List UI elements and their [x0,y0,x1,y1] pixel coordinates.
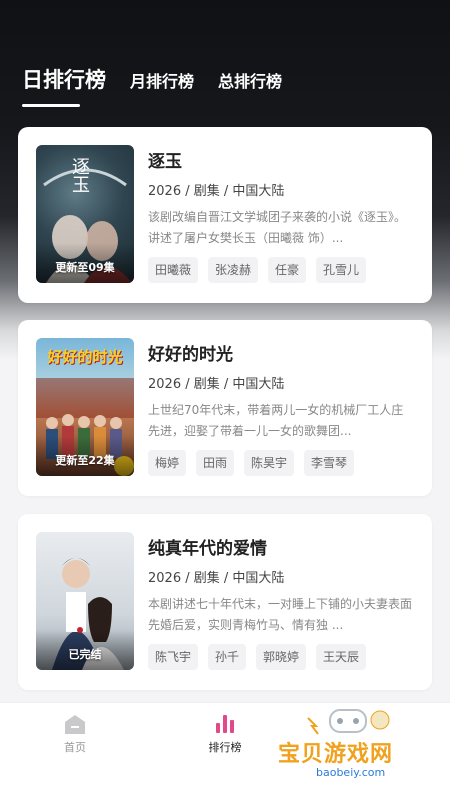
home-icon [65,715,85,734]
tab-total-ranking[interactable]: 总排行榜 [218,68,282,94]
poster-title-text: 逐玉 [69,157,90,193]
active-tab-indicator [22,104,80,107]
drama-description: 上世纪70年代末，带着两儿一女的机械厂工人庄先进，迎娶了带着一儿一女的歌舞团..… [148,403,404,438]
drama-title[interactable]: 好好的时光 [148,340,233,365]
drama-title[interactable]: 逐玉 [148,147,182,172]
cast-tag[interactable]: 李雪琴 [304,450,355,476]
poster-image[interactable]: 好好的时光 更新至22集 [36,338,134,476]
drama-meta: 2026 / 剧集 / 中国大陆 [148,377,285,392]
cast-tags: 陈飞宇 孙千 郭晓婷 王天辰 [148,644,376,670]
cast-tag[interactable]: 梅婷 [148,450,187,476]
cast-tag[interactable]: 张凌赫 [208,257,259,283]
drama-card[interactable]: 好好的时光 更新至22集 好好的时光 2026 / 剧集 / 中国大陆 上世纪7… [18,320,432,496]
cast-tag[interactable]: 陈飞宇 [148,644,199,670]
cast-tag[interactable]: 陈昊宇 [244,450,295,476]
cast-tag[interactable]: 田雨 [196,450,235,476]
tab-daily-ranking[interactable]: 日排行榜 [22,64,106,94]
drama-description: 本剧讲述七十年代末，一对睡上下铺的小夫妻表面先婚后爱，实则青梅竹马、情有独 ..… [148,597,413,632]
site-watermark: 宝贝游戏网 baobeiy.com [268,706,428,786]
ranking-tabs: 日排行榜 月排行榜 总排行榜 [22,64,306,94]
poster-image[interactable]: 已完结 [36,532,134,670]
nav-home-label: 首页 [64,741,86,754]
watermark-text: 宝贝游戏网 [278,742,394,767]
cast-tags: 田曦薇 张凌赫 任豪 孔雪儿 [148,257,376,283]
update-status-badge: 已完结 [68,648,102,661]
nav-ranking-label: 排行榜 [208,741,242,754]
update-status-badge: 更新至22集 [55,454,115,467]
poster-image[interactable]: 逐玉 更新至09集 [36,145,134,283]
drama-card[interactable]: 逐玉 更新至09集 逐玉 2026 / 剧集 / 中国大陆 该剧改编自晋江文学城… [18,127,432,303]
drama-meta: 2026 / 剧集 / 中国大陆 [148,184,285,199]
drama-meta: 2026 / 剧集 / 中国大陆 [148,571,285,586]
cast-tag[interactable]: 郭晓婷 [256,644,307,670]
drama-card[interactable]: 已完结 纯真年代的爱情 2026 / 剧集 / 中国大陆 本剧讲述七十年代末，一… [18,514,432,690]
cast-tag[interactable]: 王天辰 [316,644,367,670]
drama-title[interactable]: 纯真年代的爱情 [148,534,267,559]
update-status-badge: 更新至09集 [55,261,115,274]
nav-ranking[interactable]: 排行榜 [195,713,255,755]
cast-tag[interactable]: 孔雪儿 [316,257,367,283]
cast-tag[interactable]: 任豪 [268,257,307,283]
tab-monthly-ranking[interactable]: 月排行榜 [130,68,194,94]
cast-tags: 梅婷 田雨 陈昊宇 李雪琴 [148,450,364,476]
cast-tag[interactable]: 孙千 [208,644,247,670]
drama-description: 该剧改编自晋江文学城团子来袭的小说《逐玉》。讲述了屠户女樊长玉（田曦薇 饰）..… [148,210,407,245]
watermark-url: baobeiy.com [316,766,386,779]
poster-title-text: 好好的时光 [47,348,123,366]
ranking-icon [216,715,234,733]
nav-home[interactable]: 首页 [45,713,105,755]
cast-tag[interactable]: 田曦薇 [148,257,199,283]
